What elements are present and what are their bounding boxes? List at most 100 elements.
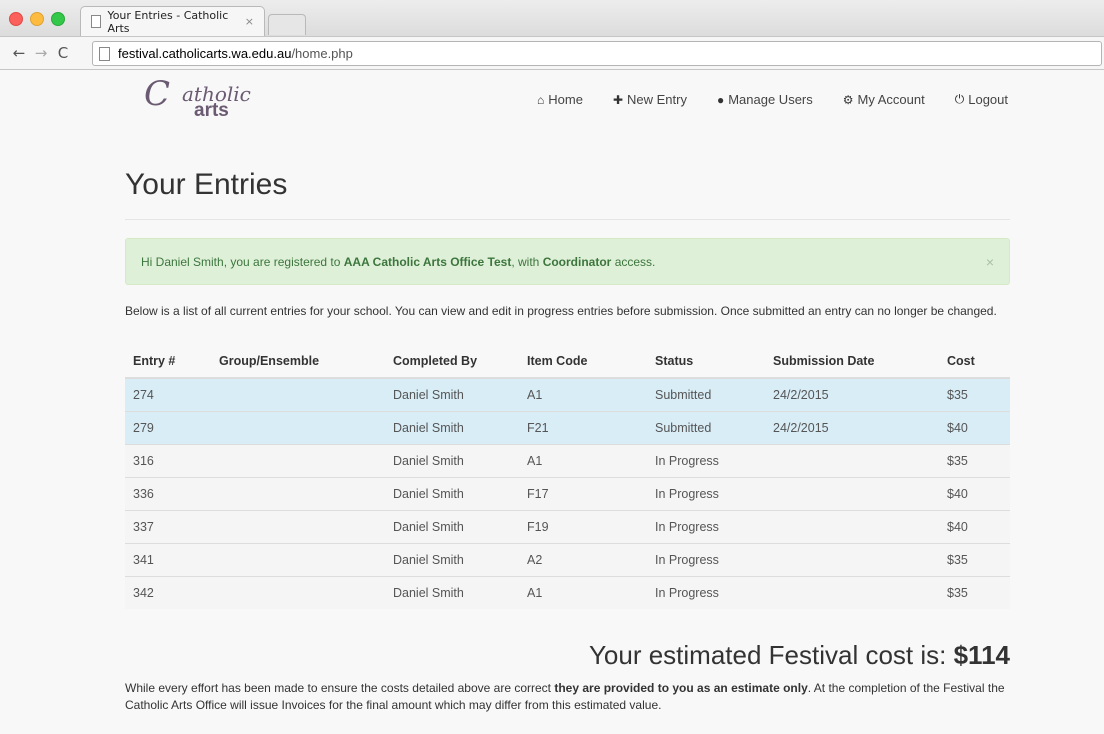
plus-icon: ✚ (612, 92, 623, 107)
table-cell: $35 (939, 444, 1010, 478)
alert-close-icon[interactable]: × (986, 254, 994, 270)
table-cell: F19 (519, 510, 647, 544)
table-header-row: Entry # Group/Ensemble Completed By Item… (125, 345, 1010, 379)
table-cell (211, 576, 385, 609)
table-cell (211, 543, 385, 577)
nav-label: Manage Users (728, 92, 813, 107)
address-toolbar: ← → C festival.catholicarts.wa.edu.au/ho… (0, 37, 1104, 70)
table-cell: In Progress (647, 510, 765, 544)
table-row[interactable]: 274 Daniel Smith A1 Submitted 24/2/2015 $35 (125, 377, 1010, 412)
table-cell: 316 (125, 444, 211, 478)
forward-arrow-icon[interactable]: → (30, 44, 52, 62)
table-cell: Submitted (647, 377, 765, 412)
table-cell (211, 510, 385, 544)
column-header: Item Code (519, 345, 647, 379)
table-cell: Daniel Smith (385, 444, 519, 478)
close-window-button[interactable] (9, 12, 23, 26)
table-cell: Daniel Smith (385, 477, 519, 511)
nav-label: Logout (968, 92, 1008, 107)
window-controls (9, 12, 65, 26)
back-arrow-icon[interactable]: ← (8, 44, 30, 62)
table-cell: 337 (125, 510, 211, 544)
page-header: Your Entries (125, 168, 1010, 202)
table-cell: Daniel Smith (385, 411, 519, 445)
table-cell (211, 444, 385, 478)
table-cell: Daniel Smith (385, 510, 519, 544)
table-cell: Submitted (647, 411, 765, 445)
catholic-arts-logo[interactable]: C atholic arts (144, 74, 251, 122)
table-row[interactable]: 342 Daniel Smith A1 In Progress $35 (125, 576, 1010, 609)
url-bar[interactable]: festival.catholicarts.wa.edu.au/home.php (92, 41, 1102, 66)
user-icon: ● (716, 92, 725, 107)
table-cell: 24/2/2015 (765, 411, 939, 445)
nav-label: New Entry (627, 92, 687, 107)
table-row[interactable]: 279 Daniel Smith F21 Submitted 24/2/2015 $40 (125, 411, 1010, 445)
browser-tab[interactable]: Your Entries - Catholic Arts × (80, 6, 265, 36)
column-header: Submission Date (765, 345, 939, 379)
table-cell: A1 (519, 444, 647, 478)
table-cell: 279 (125, 411, 211, 445)
table-row[interactable]: 316 Daniel Smith A1 In Progress $35 (125, 444, 1010, 478)
table-cell (211, 411, 385, 445)
estimated-cost: Your estimated Festival cost is: $114 (589, 640, 1010, 671)
table-cell: $35 (939, 543, 1010, 577)
estimated-cost-amount: $114 (953, 640, 1010, 670)
nav-home-link[interactable]: ⌂ Home (537, 92, 583, 107)
nav-manage-users-link[interactable]: ● Manage Users (717, 92, 813, 107)
table-cell: 24/2/2015 (765, 377, 939, 412)
table-cell (765, 543, 939, 577)
nav-my-account-link[interactable]: ⚙ My Account (843, 92, 925, 107)
table-cell (211, 377, 385, 412)
column-header: Entry # (125, 345, 211, 379)
logo-arts: arts (194, 100, 229, 121)
power-icon: ⏻ (954, 92, 965, 106)
column-header: Cost (939, 345, 1010, 379)
alert-suffix: access. (611, 254, 656, 269)
main-menu: ⌂ Home ✚ New Entry ● Manage Users ⚙ My Accou… (537, 92, 1008, 107)
table-cell: A1 (519, 377, 647, 412)
minimize-window-button[interactable] (30, 12, 44, 26)
table-cell: In Progress (647, 477, 765, 511)
table-cell (765, 576, 939, 609)
url-host: festival.catholicarts.wa.edu.au (118, 46, 292, 61)
alert-school: AAA Catholic Arts Office Test (343, 254, 512, 269)
table-cell: Daniel Smith (385, 576, 519, 609)
reload-icon[interactable]: C (52, 44, 74, 62)
table-cell: F21 (519, 411, 647, 445)
table-cell: 342 (125, 576, 211, 609)
intro-text: Below is a list of all current entries f… (125, 304, 997, 318)
table-cell: 274 (125, 377, 211, 412)
zoom-window-button[interactable] (51, 12, 65, 26)
home-icon: ⌂ (537, 92, 545, 107)
table-cell: A1 (519, 576, 647, 609)
logo-letter: C (144, 74, 171, 114)
tab-close-icon[interactable]: × (245, 15, 254, 28)
table-cell: $40 (939, 477, 1010, 511)
table-row[interactable]: 341 Daniel Smith A2 In Progress $35 (125, 543, 1010, 577)
table-cell: $40 (939, 411, 1010, 445)
disclaimer-prefix: While every effort has been made to ensu… (125, 681, 555, 695)
table-cell: A2 (519, 543, 647, 577)
table-cell (765, 477, 939, 511)
estimate-disclaimer: While every effort has been made to ensu… (125, 680, 1010, 714)
page-title: Your Entries (125, 168, 288, 201)
nav-new-entry-link[interactable]: ✚ New Entry (613, 92, 687, 107)
table-row[interactable]: 336 Daniel Smith F17 In Progress $40 (125, 477, 1010, 511)
table-cell: In Progress (647, 576, 765, 609)
site-navbar: C atholic arts ⌂ Home ✚ New Entry ● Manage … (0, 70, 1104, 130)
new-tab-button[interactable] (268, 14, 306, 35)
nav-logout-link[interactable]: ⏻ Logout (955, 92, 1008, 107)
nav-label: My Account (857, 92, 925, 107)
entries-table: Entry # Group/Ensemble Completed By Item… (125, 345, 1010, 609)
table-cell: $35 (939, 377, 1010, 412)
table-row[interactable]: 337 Daniel Smith F19 In Progress $40 (125, 510, 1010, 544)
page-icon (91, 15, 102, 28)
welcome-alert: Hi Daniel Smith, you are registered to A… (125, 238, 1010, 285)
table-cell (765, 510, 939, 544)
table-cell: 341 (125, 543, 211, 577)
gear-icon: ⚙ (842, 92, 854, 107)
disclaimer-bold: they are provided to you as an estimate … (554, 681, 808, 695)
table-cell: Daniel Smith (385, 377, 519, 412)
alert-prefix: Hi Daniel Smith, you are registered to (141, 254, 344, 269)
nav-label: Home (548, 92, 583, 107)
